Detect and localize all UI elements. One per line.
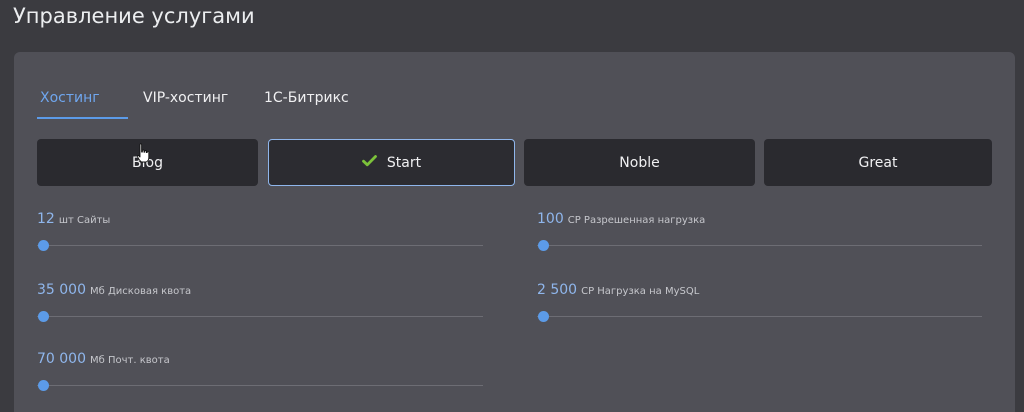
- tab-hosting[interactable]: Хостинг: [40, 78, 100, 118]
- plan-start-button[interactable]: Start: [268, 139, 515, 186]
- slider-track: [537, 245, 982, 246]
- plan-label: Noble: [619, 154, 660, 171]
- mail-quota-slider[interactable]: [37, 379, 483, 393]
- plan-label: Great: [858, 154, 898, 171]
- check-icon: [361, 154, 377, 171]
- mysql-load-slider[interactable]: [537, 310, 982, 324]
- param-label: шт Сайты: [58, 215, 111, 226]
- param-value: 70 000: [37, 351, 86, 367]
- slider-track: [37, 316, 483, 317]
- service-panel: Хостинг VIP-хостинг 1С-Битрикс Blog Star…: [14, 52, 1015, 412]
- slider-thumb[interactable]: [38, 380, 49, 391]
- slider-thumb[interactable]: [538, 311, 549, 322]
- param-value: 12: [37, 211, 55, 227]
- slider-track: [37, 385, 483, 386]
- slider-thumb[interactable]: [38, 311, 49, 322]
- slider-track: [37, 245, 483, 246]
- param-label: Мб Дисковая квота: [90, 286, 192, 297]
- hand-pointer-icon: [136, 143, 152, 165]
- param-label: Мб Почт. квота: [90, 355, 170, 366]
- tab-1c-bitrix[interactable]: 1С-Битрикс: [264, 78, 349, 118]
- sites-slider[interactable]: [37, 239, 483, 253]
- param-value: 35 000: [37, 282, 86, 298]
- tab-vip-hosting[interactable]: VIP-хостинг: [143, 78, 228, 118]
- param-value: 2 500: [537, 282, 578, 298]
- slider-thumb[interactable]: [538, 240, 549, 251]
- active-tab-underline: [37, 117, 128, 119]
- plan-great-button[interactable]: Great: [764, 139, 992, 186]
- service-management-page: Управление услугами Хостинг VIP-хостинг …: [0, 0, 1024, 412]
- plan-label: Start: [386, 154, 422, 171]
- param-label: CP Разрешенная нагрузка: [567, 215, 706, 226]
- param-label: CP Нагрузка на MySQL: [581, 286, 700, 297]
- page-title: Управление услугами: [13, 4, 255, 28]
- disk-quota-slider[interactable]: [37, 310, 483, 324]
- slider-thumb[interactable]: [38, 240, 49, 251]
- plan-noble-button[interactable]: Noble: [524, 139, 755, 186]
- cp-load-slider[interactable]: [537, 239, 982, 253]
- param-value: 100: [537, 211, 564, 227]
- slider-track: [537, 316, 982, 317]
